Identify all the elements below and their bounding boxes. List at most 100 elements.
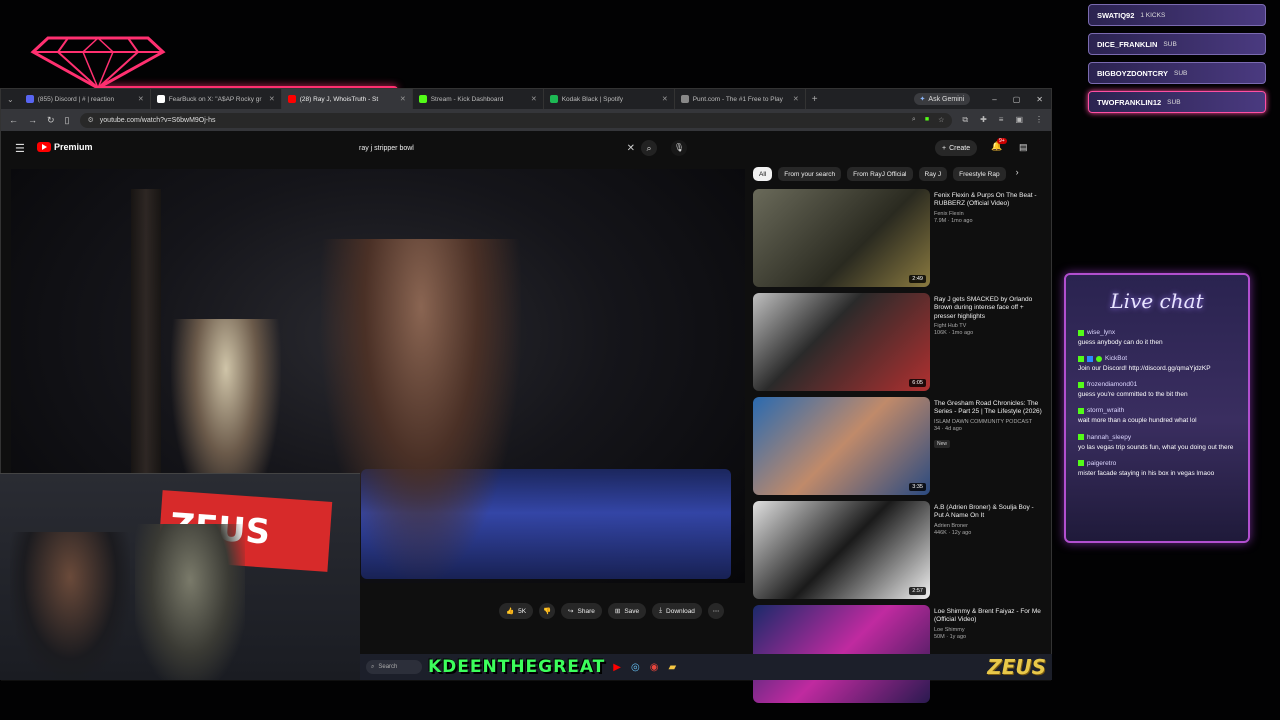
forward-icon[interactable]: →	[28, 115, 37, 125]
notifications-bell-icon[interactable]: 🔔 9+	[991, 138, 1007, 152]
sub-type: SUB	[1173, 69, 1188, 77]
taskbar-search[interactable]: ⌕ Search	[366, 660, 422, 674]
chat-text: wait more than a couple hundred what lol	[1078, 417, 1197, 425]
dislike-button[interactable]: 👎	[539, 603, 556, 619]
chat-text: mister facade staying in his box in vega…	[1078, 469, 1215, 477]
recommendation-item[interactable]: 2:49 Fenix Flexin & Purps On The Beat - …	[753, 189, 1043, 293]
media-icon[interactable]: ≡	[999, 115, 1004, 125]
close-tab-icon[interactable]: ✕	[531, 95, 537, 103]
browser-tab[interactable]: FearBuck on X: "A$AP Rocky gr ✕	[151, 89, 282, 109]
recommendation-item[interactable]: 3:35 The Gresham Road Chronicles: The Se…	[753, 397, 1043, 501]
close-window-icon[interactable]: ✕	[1036, 95, 1043, 104]
notification-badge: 9+	[997, 138, 1007, 144]
clear-search-icon[interactable]: ✕	[627, 143, 635, 154]
filter-chip[interactable]: From your search	[778, 167, 842, 181]
chat-user-name: frozendiamond01	[1087, 381, 1138, 389]
account-menu-icon[interactable]: ▤	[1019, 142, 1028, 153]
filter-chip[interactable]: Ray J	[918, 167, 948, 181]
address-bar[interactable]: ⚙ youtube.com/watch?v=S6bwM9Oj-hs ⌕ ■ ☆	[79, 112, 953, 128]
youtube-search-input[interactable]: ray j stripper bowl ✕	[353, 139, 641, 157]
chevron-right-icon[interactable]: ›	[1016, 167, 1019, 181]
more-icon[interactable]: ⋮	[1035, 115, 1043, 125]
browser-tab[interactable]: Stream - Kick Dashboard ✕	[413, 89, 544, 109]
maximize-icon[interactable]: ▢	[1013, 95, 1021, 104]
video-title[interactable]: Ray J gets SMACKED by Orlando Brown duri…	[934, 296, 1042, 321]
video-title[interactable]: Fenix Flexin & Purps On The Beat - RUBBE…	[934, 192, 1042, 209]
reload-icon[interactable]: ↻	[47, 115, 55, 126]
video-title[interactable]: A.B (Adrien Broner) & Soulja Boy - Put A…	[934, 504, 1042, 521]
close-tab-icon[interactable]: ✕	[662, 95, 668, 103]
hamburger-menu-icon[interactable]: ☰	[15, 142, 25, 155]
chat-text: Join our Discord! http://discord.gg/qmaY…	[1078, 365, 1211, 373]
recommendations: 2:49 Fenix Flexin & Purps On The Beat - …	[753, 189, 1043, 709]
close-tab-icon[interactable]: ✕	[793, 95, 799, 103]
channel-name[interactable]: Adrien Broner	[934, 523, 1042, 529]
browser-tab[interactable]: (855) Discord | #​ | reaction ✕	[20, 89, 151, 109]
share-button[interactable]: ↪ Share	[561, 603, 602, 619]
video-thumbnail[interactable]: 2:57	[753, 501, 930, 599]
chat-message: hannah_sleepy yo las vegas trip sounds f…	[1078, 434, 1244, 452]
zoom-icon[interactable]: ⌕	[912, 116, 916, 124]
site-info-icon[interactable]: ⚙	[88, 116, 94, 124]
plus-icon: +	[942, 144, 947, 152]
steam-icon[interactable]: ◎	[631, 662, 640, 673]
kick-badge-icon	[1078, 460, 1084, 467]
puzzle-icon[interactable]: ✚	[980, 115, 987, 125]
create-button[interactable]: + Create	[935, 140, 978, 156]
video-thumbnail[interactable]: 2:49	[753, 189, 930, 287]
filter-chip[interactable]: From RayJ Official	[847, 167, 913, 181]
close-tab-icon[interactable]: ✕	[138, 95, 144, 103]
profile-icon[interactable]: ▣	[1015, 115, 1023, 125]
sidebar-icon[interactable]: ▯	[65, 115, 70, 126]
like-count: 5K	[518, 607, 527, 615]
tab-search-icon[interactable]: ⌄	[1, 95, 20, 104]
video-title[interactable]: Loe Shimmy & Brent Faiyaz - For Me (Offi…	[934, 608, 1042, 625]
new-tab-button[interactable]: +	[806, 94, 824, 105]
youtube-app-icon[interactable]: ▶	[613, 662, 621, 673]
ask-gemini-button[interactable]: ✦ Ask Gemini	[913, 93, 971, 105]
bookmark-star-icon[interactable]: ☆	[938, 116, 944, 124]
video-thumbnail[interactable]: 3:35	[753, 397, 930, 495]
folder-icon[interactable]: ▰	[668, 662, 676, 673]
gemini-icon: ✦	[919, 96, 926, 103]
close-tab-icon[interactable]: ✕	[400, 95, 406, 103]
video-meta: 34 · 4d ago	[934, 425, 962, 432]
search-icon[interactable]: ⌕	[641, 140, 657, 156]
like-button[interactable]: 👍 5K	[499, 603, 534, 619]
video-info: Loe Shimmy & Brent Faiyaz - For Me (Offi…	[934, 608, 1042, 640]
save-button[interactable]: ⊞ Save	[607, 603, 647, 619]
chat-text: guess you're committed to the bit then	[1078, 391, 1188, 399]
browser-toolbar: ← → ↻ ▯ ⚙ youtube.com/watch?v=S6bwM9Oj-h…	[1, 109, 1051, 131]
more-actions-button[interactable]: ⋯	[707, 603, 724, 619]
minimize-icon[interactable]: –	[992, 95, 996, 104]
filter-chips: All From your search From RayJ Official Ray…	[753, 167, 1019, 181]
microphone-icon[interactable]: 🎙	[671, 140, 687, 156]
extension-green-icon[interactable]: ■	[925, 116, 929, 124]
video-info: Fenix Flexin & Purps On The Beat - RUBBE…	[934, 192, 1042, 224]
filter-chip[interactable]: Freestyle Rap	[953, 167, 1006, 181]
browser-tab[interactable]: Punt.com - The #1 Free to Play ✕	[675, 89, 806, 109]
recommendation-item[interactable]: 2:57 A.B (Adrien Broner) & Soulja Boy - …	[753, 501, 1043, 605]
chat-user-name: storm_wraith	[1087, 407, 1125, 415]
youtube-logo[interactable]: Premium	[37, 142, 93, 152]
recommendation-item[interactable]: 6:05 Ray J gets SMACKED by Orlando Brown…	[753, 293, 1043, 397]
close-tab-icon[interactable]: ✕	[269, 95, 275, 103]
video-title[interactable]: The Gresham Road Chronicles: The Series …	[934, 400, 1042, 417]
sub-type: SUB	[1163, 40, 1177, 48]
browser-tab[interactable]: Kodak Black | Spotify ✕	[544, 89, 675, 109]
browser-tab[interactable]: (28) Ray J, WhoisTruth - St ✕	[281, 89, 413, 109]
screen: ⌄ (855) Discord | #​ | reaction ✕ FearBu…	[0, 0, 1280, 720]
back-icon[interactable]: ←	[9, 115, 18, 125]
chat-username: frozendiamond01	[1078, 381, 1244, 388]
chrome-icon[interactable]: ◉	[650, 662, 659, 673]
taskbar: ⌕ Search KDEENTHEGREAT ▶ ◎ ◉ ▰ ZEUS	[360, 654, 1052, 680]
channel-name[interactable]: ISLAM DAWN COMMUNITY PODCAST	[934, 419, 1042, 425]
download-button[interactable]: ⤓ Download	[652, 603, 702, 619]
video-thumbnail[interactable]: 6:05	[753, 293, 930, 391]
thumbs-down-icon: 👎	[543, 608, 552, 615]
extension-icon[interactable]: ⧉	[962, 115, 968, 125]
filter-chip[interactable]: All	[753, 167, 773, 181]
channel-name[interactable]: Fight Hub TV	[934, 323, 1042, 329]
channel-name[interactable]: Fenix Flexin	[934, 211, 1042, 217]
channel-name[interactable]: Loe Shimmy	[934, 627, 1042, 633]
